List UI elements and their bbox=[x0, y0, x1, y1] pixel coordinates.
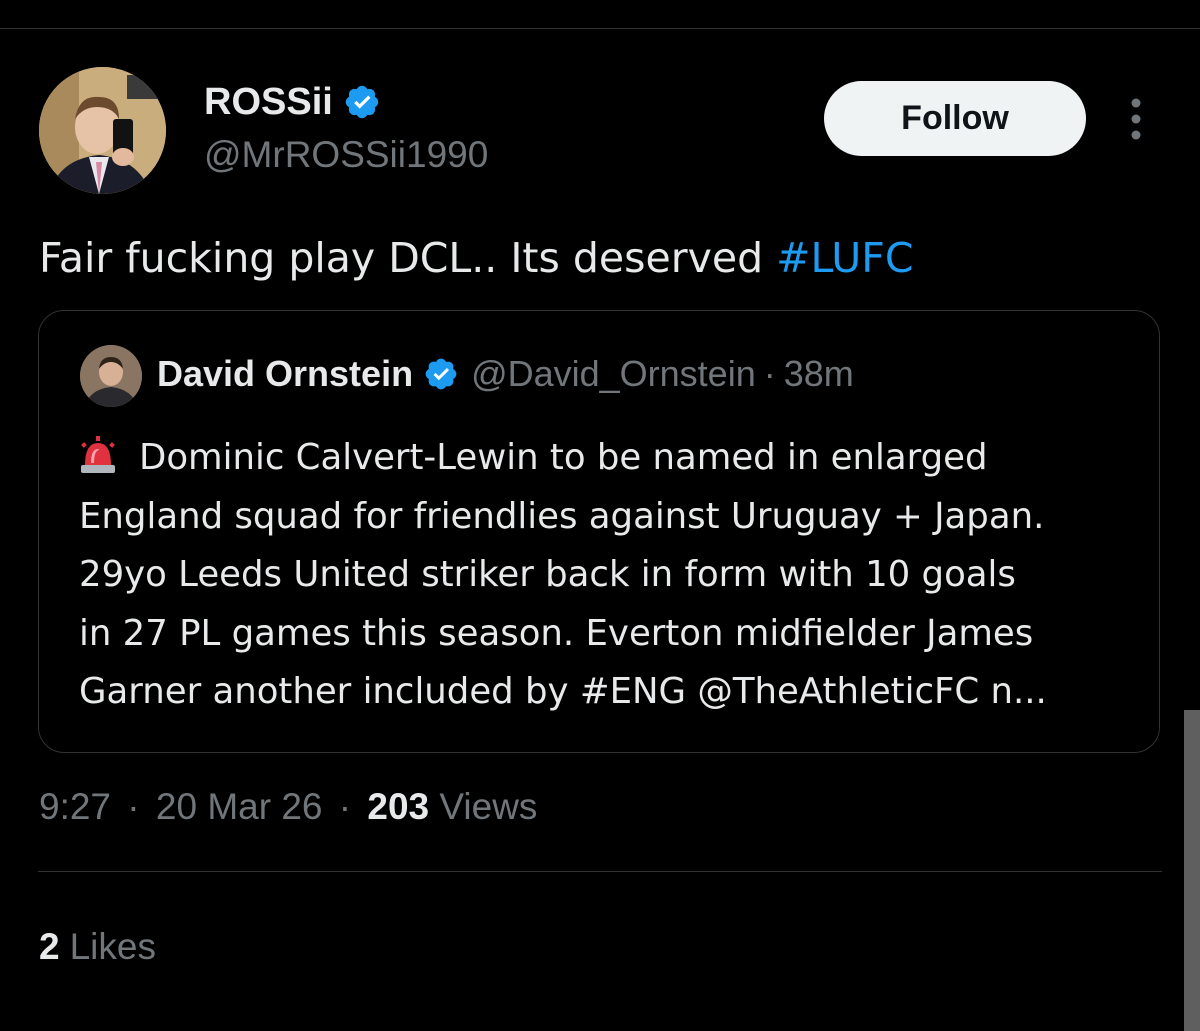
meta-divider bbox=[38, 871, 1162, 872]
likes-count: 2 bbox=[39, 926, 60, 967]
meta-separator-2: · bbox=[338, 786, 352, 827]
verified-badge-icon bbox=[345, 85, 379, 119]
likes-stat[interactable]: 2 Likes bbox=[39, 925, 156, 969]
quoted-line-4: in 27 PL games this season. Everton midf… bbox=[79, 612, 1034, 654]
meta-separator: · bbox=[127, 786, 140, 827]
quoted-line-2: England squad for friendlies against Uru… bbox=[79, 495, 1045, 537]
quoted-tweet-body: Dominic Calvert-Lewin to be named in enl… bbox=[79, 429, 1139, 722]
quoted-author-name[interactable]: David Ornstein bbox=[157, 353, 413, 395]
tweet-hashtag[interactable]: #LUFC bbox=[776, 234, 913, 282]
follow-button[interactable]: Follow bbox=[824, 81, 1086, 156]
tweet-date[interactable]: 20 Mar 26 bbox=[156, 786, 323, 827]
tweet-time[interactable]: 9:27 bbox=[39, 786, 111, 827]
quoted-verified-badge-icon bbox=[425, 358, 457, 390]
author-handle[interactable]: @MrROSSii1990 bbox=[204, 133, 488, 177]
avatar-photo-icon bbox=[39, 67, 166, 194]
quoted-line-3: 29yo Leeds United striker back in form w… bbox=[79, 554, 1016, 595]
more-vertical-icon[interactable] bbox=[1121, 96, 1151, 142]
author-name[interactable]: ROSSii bbox=[204, 80, 333, 124]
author-name-row: ROSSii bbox=[204, 80, 381, 124]
quoted-author-avatar[interactable] bbox=[80, 345, 142, 407]
quoted-line-text: Dominic Calvert-Lewin to be named in enl… bbox=[139, 437, 988, 478]
quoted-line-5: Garner another included by #ENG @TheAthl… bbox=[79, 671, 1047, 712]
views-label: Views bbox=[439, 786, 538, 827]
tweet-text: Fair fucking play DCL.. Its deserved #LU… bbox=[39, 230, 1169, 286]
quoted-timestamp[interactable]: 38m bbox=[784, 353, 854, 395]
likes-label: Likes bbox=[69, 926, 156, 967]
police-siren-emoji-icon bbox=[81, 436, 115, 473]
quoted-tweet-card[interactable]: David Ornstein @David_Ornstein · 38m Dom… bbox=[38, 310, 1160, 753]
quoted-avatar-photo-icon bbox=[80, 345, 142, 407]
top-divider bbox=[0, 28, 1200, 29]
views-count: 203 bbox=[367, 786, 430, 827]
author-avatar[interactable] bbox=[39, 67, 166, 194]
quoted-separator: · bbox=[763, 353, 776, 394]
quoted-author-handle[interactable]: @David_Ornstein bbox=[471, 353, 756, 395]
quoted-tweet-header: David Ornstein @David_Ornstein · 38m bbox=[157, 353, 854, 395]
quoted-line-1: Dominic Calvert-Lewin to be named in enl… bbox=[79, 429, 1139, 488]
scrollbar-thumb[interactable] bbox=[1184, 710, 1200, 1031]
tweet-meta: 9:27 · 20 Mar 26 · 203 Views bbox=[39, 785, 537, 829]
tweet-body: Fair fucking play DCL.. Its deserved bbox=[39, 234, 777, 282]
